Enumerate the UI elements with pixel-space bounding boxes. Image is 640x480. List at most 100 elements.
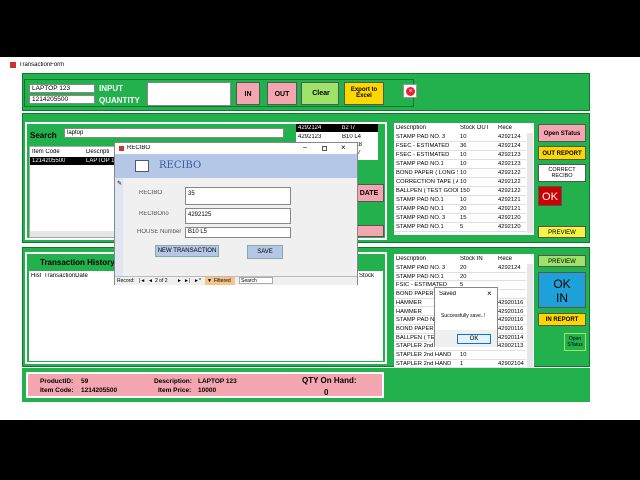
ok-label: OK <box>553 277 571 291</box>
ok-in-button[interactable]: OK IN <box>538 272 586 308</box>
recibo-no-field[interactable]: 4292125 <box>185 208 291 224</box>
search-input[interactable]: laptop <box>64 128 284 138</box>
saved-dialog: Saved × Successfully save..! OK <box>434 287 498 347</box>
item-name-field[interactable]: LAPTOP 123 <box>29 84 95 93</box>
vertical-scrollbar[interactable] <box>527 133 533 233</box>
cell-description: BALLPEN ( TEST GOOD <box>396 188 458 194</box>
ok-out-button[interactable]: OK <box>538 186 562 206</box>
saved-message: Successfully save..! <box>441 313 485 319</box>
record-selector[interactable]: ✎ <box>115 178 123 276</box>
saved-dialog-title: Saved <box>439 291 457 297</box>
table-row[interactable]: BOND PAPER ( LONG S 10 4292122 <box>394 169 526 178</box>
table-row[interactable]: CORRECTION TAPE ( A 10 4292122 <box>394 178 526 187</box>
preview-out-button[interactable]: PREVIEW <box>538 226 586 238</box>
product-info-box: ProductID: 59 Item Code: 1214205500 Desc… <box>26 372 384 398</box>
table-row[interactable]: STAMP PAD NO. 3 15 4292120 <box>394 214 526 223</box>
table-row[interactable]: STAMP PAD NO. 3 10 4292124 <box>394 133 526 142</box>
open-status-button[interactable]: Open STatus <box>538 124 586 142</box>
close-circle-icon: × <box>406 87 415 96</box>
pink-button[interactable] <box>356 225 384 237</box>
close-icon[interactable]: × <box>487 289 492 298</box>
cell-description: STAPLER 2nd HAND <box>396 352 452 358</box>
filtered-badge[interactable]: ▼ Filtered <box>205 277 235 285</box>
cell-rece: 4292124 <box>498 143 521 149</box>
maximize-icon[interactable] <box>322 146 327 151</box>
preview-in-button[interactable]: PREVIEW <box>538 255 586 267</box>
prev-record-icon[interactable]: ◄ <box>148 278 153 284</box>
quantity-input[interactable] <box>147 82 231 106</box>
cell-rece: 42920116 <box>498 308 524 315</box>
table-row[interactable]: STAMP PAD NO.1 20 4292121 <box>394 205 526 214</box>
recibo-window-title: RECIBO <box>127 145 151 151</box>
cell-rece: 42920114 <box>498 334 524 341</box>
cell-stock: 5 <box>460 224 464 230</box>
close-form-button[interactable]: × <box>403 84 417 98</box>
cell-description: FSEC - ESTIMATED <box>396 143 450 149</box>
in-report-button[interactable]: IN REPORT <box>538 313 586 326</box>
save-button[interactable]: SAVE <box>247 245 283 259</box>
recibo-no-label: RECIBOno <box>139 211 169 217</box>
clear-label: Clear <box>312 90 330 97</box>
record-label: Record: <box>117 278 135 284</box>
cell-stock: 15 <box>460 215 467 221</box>
table-row[interactable]: FSEC - ESTIMATED 10 4292123 <box>394 151 526 160</box>
qty-on-hand-value: 0 <box>324 388 329 397</box>
in-button[interactable]: IN <box>236 82 260 105</box>
list-item-b: b2 I7 <box>342 125 356 131</box>
table-row[interactable]: STAPLER 2nd HAND 10 <box>394 351 526 360</box>
recibo-field[interactable]: 35 <box>185 187 291 205</box>
table-row[interactable]: BALLPEN ( TEST GOOD 150 4292122 <box>394 187 526 196</box>
cell-stock: 10 <box>460 170 467 176</box>
horizontal-scrollbar[interactable] <box>30 231 120 237</box>
correct-recibo-button[interactable]: CORRECT RECIBO <box>538 164 586 182</box>
record-search-input[interactable]: Search <box>239 277 273 284</box>
cell-rece: 4292122 <box>498 179 521 185</box>
table-row[interactable]: STAMP PAD NO.1 5 4292120 <box>394 223 526 232</box>
ok-button[interactable]: OK <box>457 334 491 344</box>
export-to-excel-button[interactable]: Export to Excel <box>344 82 384 105</box>
first-record-icon[interactable]: |◄ <box>139 278 145 284</box>
cell-rece: 4292123 <box>498 161 521 167</box>
cell-description: STAMP PAD NO.1 <box>396 224 444 230</box>
recibo-label: RECIBO <box>139 190 163 196</box>
cell-rece: 4292120 <box>498 215 521 221</box>
new-record-icon[interactable]: ►* <box>194 278 201 284</box>
table-row[interactable]: STAMP PAD NO.1 10 4292121 <box>394 196 526 205</box>
item-code-field[interactable]: 1214205500 <box>29 95 95 104</box>
window-title-bar: TransactionForm <box>8 60 640 70</box>
list-item[interactable]: 4292124 b2 I7 <box>296 124 378 132</box>
table-row[interactable]: STAMP PAD NO. 3 20 4292124 <box>394 264 526 273</box>
col-stock-out: Stock OUT <box>460 125 490 131</box>
in-label: IN <box>556 291 568 305</box>
out-button[interactable]: OUT <box>267 82 297 105</box>
cell-rece: 42902113 <box>498 343 524 350</box>
cell-stock: 10 <box>460 197 467 203</box>
col-stock-in: Stock IN <box>460 256 483 262</box>
table-row[interactable]: STAMP PAD NO.1 10 4292123 <box>394 160 526 169</box>
table-row[interactable]: FSEC - ESTIMATED 36 4292124 <box>394 142 526 151</box>
new-transaction-button[interactable]: NEW TRANSACTION <box>155 245 219 257</box>
col-hist: Hist <box>31 273 42 279</box>
last-record-icon[interactable]: ►| <box>184 278 190 284</box>
table-row[interactable]: 1214205500 LAPTOP 1 <box>30 157 120 165</box>
out-report-button[interactable]: OUT REPORT <box>538 146 586 160</box>
cell-description: STAPLER 2nd HAND <box>396 360 452 367</box>
qty-on-hand-label: QTY On Hand: <box>302 376 357 385</box>
house-number-label: HOUSE Number <box>137 229 182 235</box>
list-item-a: 4292123 <box>298 134 322 140</box>
close-icon[interactable]: × <box>341 143 346 152</box>
cell-description: STAMP PAD NO.1 <box>396 273 444 280</box>
form-header-icon <box>135 160 149 172</box>
table-row[interactable]: STAMP PAD NO.1 20 <box>394 273 526 282</box>
minimize-icon[interactable]: – <box>303 144 307 151</box>
cell-description: BOND PAPER ( LONG S <box>396 170 458 176</box>
update-button[interactable]: DATE <box>354 184 384 202</box>
open-status-in-button[interactable]: Open STatus <box>564 333 586 351</box>
filtered-label: Filtered <box>214 278 231 284</box>
search-results-table: Item Code Descripti 1214205500 LAPTOP 1 <box>29 146 121 238</box>
recibo-dialog: RECIBO – × RECIBO ✎ RECIBO 35 RECIBOno 4… <box>114 142 358 285</box>
col-description: Description <box>396 256 427 262</box>
house-number-field[interactable]: B10 L5 <box>185 227 291 238</box>
clear-button[interactable]: Clear <box>301 82 339 105</box>
next-record-icon[interactable]: ► <box>177 278 182 284</box>
